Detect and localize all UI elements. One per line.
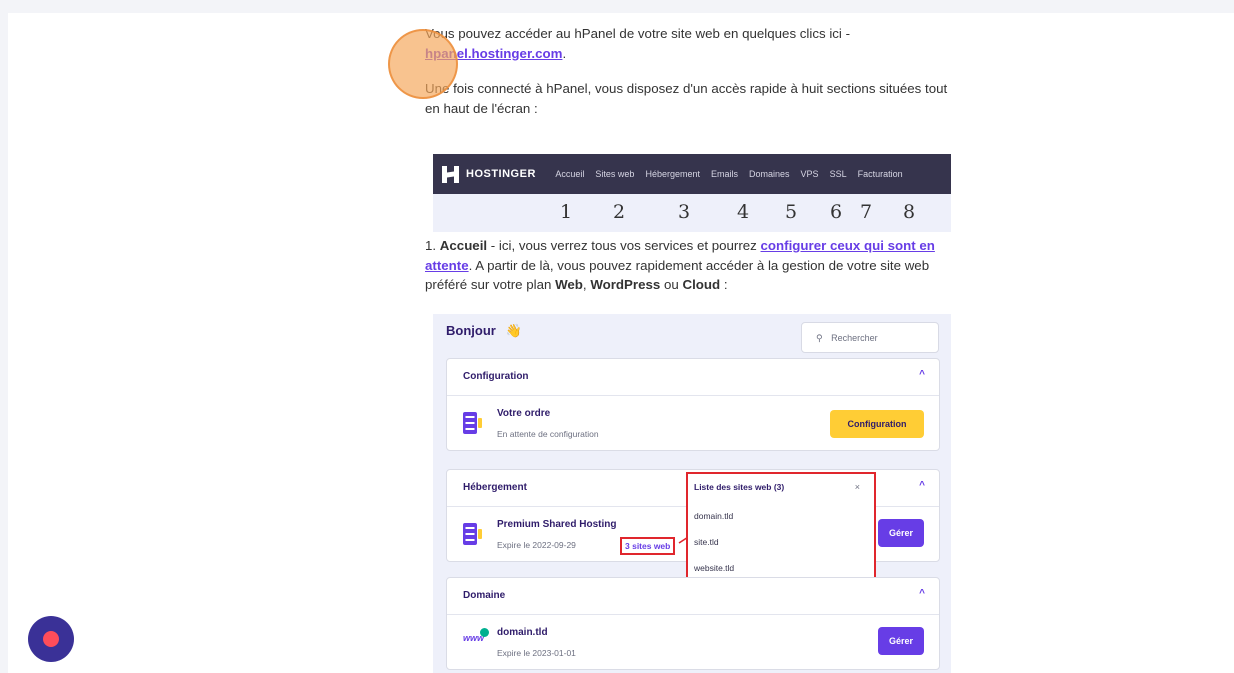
hostinger-logo-icon — [442, 165, 459, 183]
domaine-title: Domaine — [463, 590, 506, 601]
section-numbers: 1 2 3 4 5 6 7 8 — [433, 194, 951, 232]
domaine-header[interactable]: Domaine ^ — [447, 578, 939, 615]
accueil-text-1: - ici, vous verrez tous vos services et … — [487, 238, 761, 253]
accueil-title: Accueil — [439, 238, 488, 253]
configuration-header[interactable]: Configuration ^ — [447, 359, 939, 396]
domain-expiry: Expire le 2023-01-01 — [497, 648, 576, 658]
intro-text: Vous pouvez accéder au hPanel de votre s… — [425, 26, 851, 41]
search-input[interactable]: ⚲ Rechercher — [801, 322, 939, 353]
record-button[interactable] — [28, 616, 74, 662]
nav-item-accueil[interactable]: Accueil — [550, 169, 590, 179]
hosting-plan-title: Premium Shared Hosting — [497, 519, 617, 530]
nav-item-vps[interactable]: VPS — [795, 169, 824, 179]
nav-item-facturation[interactable]: Facturation — [852, 169, 908, 179]
nav-item-emails[interactable]: Emails — [706, 169, 744, 179]
close-icon[interactable]: × — [855, 482, 860, 492]
intro-period: . — [562, 45, 567, 61]
chevron-up-icon[interactable]: ^ — [919, 480, 925, 491]
domain-title: domain.tld — [497, 627, 548, 638]
section-number: 5 — [785, 201, 798, 223]
nav-item-domaines[interactable]: Domaines — [744, 169, 796, 179]
chevron-up-icon[interactable]: ^ — [919, 369, 925, 380]
sites-web-link[interactable]: 3 sites web — [620, 537, 676, 555]
article-content: Vous pouvez accéder au hPanel de votre s… — [425, 24, 955, 134]
section-number: 3 — [678, 201, 691, 223]
section-number: 7 — [860, 201, 873, 223]
domaine-card: Domaine ^ www domain.tld Expire le 2023-… — [446, 577, 940, 670]
brand-name: HOSTINGER — [466, 168, 536, 180]
sections-intro: Une fois connecté à hPanel, vous dispose… — [425, 81, 948, 116]
separator: ou — [660, 277, 683, 292]
section-number: 6 — [830, 201, 843, 223]
order-status: En attente de configuration — [497, 429, 599, 439]
section-number: 8 — [903, 201, 916, 223]
hostinger-logo: HOSTINGER — [442, 165, 536, 183]
greeting-text: Bonjour — [446, 323, 496, 338]
hebergement-title: Hébergement — [463, 482, 527, 493]
site-list-item[interactable]: site.tld — [694, 537, 719, 547]
accueil-end: : — [720, 277, 728, 292]
wave-icon: 👋 — [505, 323, 522, 338]
configuration-title: Configuration — [463, 371, 529, 382]
plan-web: Web — [555, 277, 583, 292]
globe-pin-icon — [480, 628, 489, 637]
plan-wordpress: WordPress — [590, 277, 661, 292]
popup-title: Liste des sites web (3) — [694, 482, 785, 492]
hosting-expiry: Expire le 2022-09-29 — [497, 540, 576, 550]
accueil-paragraph: 1. Accueil - ici, vous verrez tous vos s… — [425, 236, 955, 295]
dashboard-screenshot: Bonjour 👋 ⚲ Rechercher Configuration ^ V… — [433, 314, 951, 673]
click-indicator — [388, 29, 458, 99]
manage-hosting-button[interactable]: Gérer — [878, 519, 924, 547]
server-icon — [463, 412, 482, 434]
nav-item-sites-web[interactable]: Sites web — [590, 169, 640, 179]
configuration-body: Votre ordre En attente de configuration … — [447, 396, 939, 450]
nav-menu: Accueil Sites web Hébergement Emails Dom… — [550, 169, 908, 179]
chevron-up-icon[interactable]: ^ — [919, 588, 925, 599]
search-placeholder: Rechercher — [831, 333, 878, 343]
section-number: 2 — [613, 201, 626, 223]
greeting: Bonjour 👋 — [446, 323, 522, 339]
hostinger-navbar: HOSTINGER Accueil Sites web Hébergement … — [433, 154, 951, 194]
section-number: 4 — [737, 201, 750, 223]
server-icon — [463, 523, 482, 545]
search-icon: ⚲ — [816, 333, 823, 343]
sites-list-popup: Liste des sites web (3) × domain.tld sit… — [686, 472, 876, 579]
domaine-body: www domain.tld Expire le 2023-01-01 Gére… — [447, 615, 939, 669]
configuration-button[interactable]: Configuration — [830, 410, 924, 438]
site-list-item[interactable]: domain.tld — [694, 511, 733, 521]
navbar-screenshot: HOSTINGER Accueil Sites web Hébergement … — [433, 154, 951, 232]
nav-item-ssl[interactable]: SSL — [824, 169, 852, 179]
record-dot-icon — [43, 631, 59, 647]
site-list-item[interactable]: website.tld — [694, 563, 734, 573]
intro-paragraph: Vous pouvez accéder au hPanel de votre s… — [425, 24, 955, 63]
order-title: Votre ordre — [497, 408, 551, 419]
accueil-prefix: 1. — [425, 238, 440, 253]
plan-cloud: Cloud — [682, 277, 721, 292]
section-number: 1 — [560, 201, 573, 223]
configuration-card: Configuration ^ Votre ordre En attente d… — [446, 358, 940, 451]
nav-item-hebergement[interactable]: Hébergement — [640, 169, 706, 179]
manage-domain-button[interactable]: Gérer — [878, 627, 924, 655]
